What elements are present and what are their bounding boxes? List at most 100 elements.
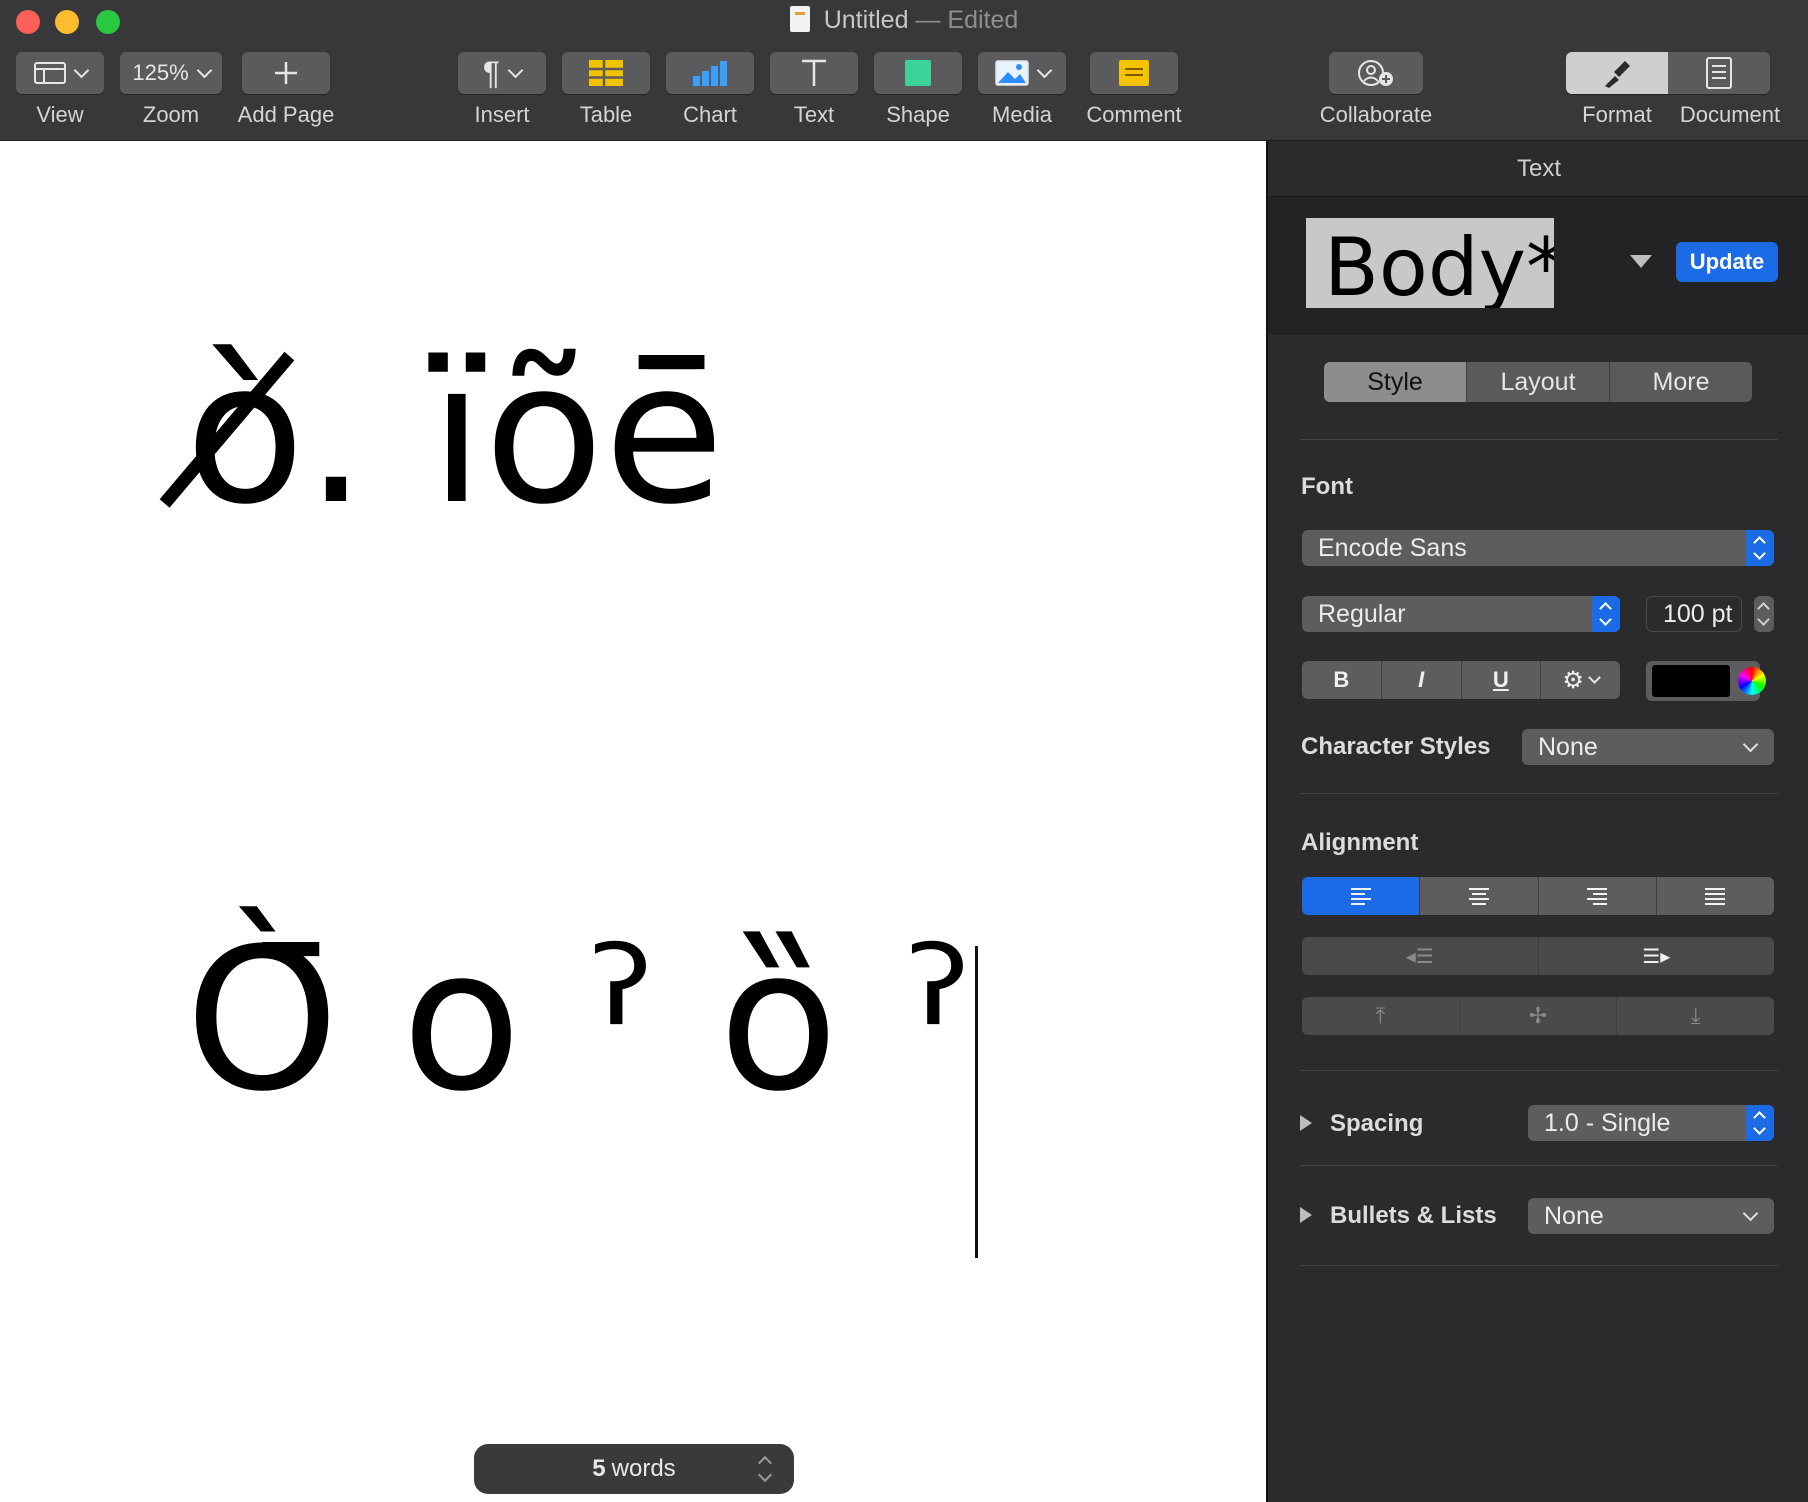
decrease-indent-button[interactable]: ◂☰ [1302, 937, 1539, 975]
format-button[interactable] [1566, 52, 1668, 94]
align-bottom-button[interactable]: ⤓ [1617, 997, 1774, 1035]
paragraph-icon: ¶ [482, 54, 501, 91]
divider [1300, 1265, 1778, 1266]
updown-chevron-icon [1746, 1105, 1774, 1141]
shape-button[interactable] [874, 52, 962, 94]
text-line-1[interactable]: ò̸. ïõē̄ [185, 336, 724, 532]
text-t-icon [802, 59, 826, 86]
tab-more[interactable]: More [1610, 362, 1752, 402]
underline-button[interactable]: U [1462, 661, 1542, 699]
comment-toolbar-item[interactable]: Comment [1082, 52, 1186, 128]
line-spacing-popup[interactable]: 1.0 - Single [1528, 1105, 1774, 1141]
alignment-section-label: Alignment [1301, 829, 1419, 856]
font-size-field[interactable]: 100 pt [1646, 596, 1742, 632]
increase-indent-icon: ☰▸ [1642, 945, 1671, 968]
align-right-button[interactable] [1539, 877, 1657, 915]
line-spacing-value: 1.0 - Single [1544, 1108, 1671, 1137]
media-toolbar-item[interactable]: Media [978, 52, 1066, 128]
align-top-button[interactable]: ⤒ [1302, 997, 1460, 1035]
tab-layout[interactable]: Layout [1467, 362, 1610, 402]
word-count-popup[interactable]: 5 words [474, 1444, 794, 1494]
document-name: Untitled [823, 6, 909, 34]
table-toolbar-item[interactable]: Table [562, 52, 650, 128]
table-button[interactable] [562, 52, 650, 94]
bullets-lists-popup[interactable]: None [1528, 1198, 1774, 1234]
bullets-lists-section-label[interactable]: Bullets & Lists [1330, 1202, 1497, 1230]
format-brush-icon [1605, 61, 1630, 88]
advanced-options-button[interactable]: ⚙ [1541, 661, 1620, 699]
zoom-value: 125% [132, 60, 189, 85]
divider [1300, 1165, 1778, 1166]
word-count-unit: words [611, 1455, 676, 1482]
insert-button[interactable]: ¶ [458, 52, 546, 94]
chevron-down-icon [196, 62, 212, 78]
text-toolbar-item[interactable]: Text [770, 52, 858, 128]
align-justify-icon [1705, 887, 1726, 905]
text-box-button[interactable] [770, 52, 858, 94]
table-icon [589, 60, 623, 86]
document-canvas[interactable]: ò̸. ïõē̄ Ò̄ o ˀ ȍ ˀ 5 words [0, 141, 1266, 1502]
format-inspector: Text Body* Update Style Layout More Font… [1266, 141, 1808, 1502]
insert-toolbar-item[interactable]: ¶ Insert [458, 52, 546, 128]
shape-toolbar-item[interactable]: Shape [874, 52, 962, 128]
indent-buttons: ◂☰ ☰▸ [1302, 937, 1774, 975]
font-style-buttons: B I U ⚙ [1302, 661, 1620, 699]
updown-chevron-icon [1746, 530, 1774, 566]
chart-toolbar-item[interactable]: Chart [666, 52, 754, 128]
add-page-toolbar-item[interactable]: Add Page [236, 52, 336, 128]
font-typeface-popup[interactable]: Regular [1302, 596, 1620, 632]
view-button[interactable] [16, 52, 104, 94]
gear-icon: ⚙ [1562, 666, 1584, 694]
font-family-popup[interactable]: Encode Sans [1302, 530, 1774, 566]
color-wheel-icon[interactable] [1738, 667, 1766, 695]
document-button[interactable] [1668, 52, 1770, 94]
tab-style[interactable]: Style [1324, 362, 1467, 402]
inspector-title: Text [1516, 155, 1561, 182]
character-styles-popup[interactable]: None [1522, 729, 1774, 765]
format-toolbar-item[interactable]: Format [1566, 52, 1668, 128]
text-insertion-caret [975, 946, 978, 1258]
update-style-button[interactable]: Update [1676, 242, 1778, 282]
collaborate-button[interactable] [1329, 52, 1423, 94]
document-toolbar-item[interactable]: Document [1668, 52, 1792, 128]
font-size-stepper[interactable] [1754, 596, 1774, 632]
font-typeface-value: Regular [1318, 599, 1406, 628]
paragraph-style-dropdown-triangle-icon[interactable] [1630, 255, 1652, 268]
text-line-2[interactable]: Ò̄ o ˀ ȍ ˀ [185, 923, 973, 1119]
bullets-disclosure-triangle-icon[interactable] [1300, 1207, 1312, 1223]
chevron-down-icon [507, 62, 524, 78]
align-left-icon [1350, 887, 1371, 905]
text-color-swatch [1652, 665, 1730, 697]
comment-button[interactable] [1090, 52, 1178, 94]
align-center-icon [1468, 887, 1489, 905]
align-left-button[interactable] [1302, 877, 1421, 915]
window-toolbar: Untitled — Edited View 125% Zoom Add Pag… [0, 0, 1808, 141]
spacing-section-label[interactable]: Spacing [1330, 1110, 1423, 1138]
edited-status: Edited [947, 6, 1019, 34]
spacing-disclosure-triangle-icon[interactable] [1300, 1115, 1312, 1131]
sidebar-view-icon [33, 62, 66, 84]
align-justify-button[interactable] [1657, 877, 1774, 915]
align-top-icon: ⤒ [1375, 1003, 1386, 1028]
zoom-popup[interactable]: 125% [120, 52, 222, 94]
zoom-toolbar-item[interactable]: 125% Zoom [120, 52, 222, 128]
italic-button[interactable]: I [1382, 661, 1462, 699]
square-shape-icon [905, 60, 931, 86]
inspector-tabs: Style Layout More [1324, 362, 1752, 402]
divider [1300, 1070, 1778, 1071]
chart-button[interactable] [666, 52, 754, 94]
media-button[interactable] [978, 52, 1066, 94]
view-toolbar-item[interactable]: View [16, 52, 104, 128]
increase-indent-button[interactable]: ☰▸ [1539, 937, 1775, 975]
bold-button[interactable]: B [1302, 661, 1382, 699]
collaborate-toolbar-item[interactable]: Collaborate [1312, 52, 1440, 128]
add-page-button[interactable] [242, 52, 330, 94]
align-middle-button[interactable]: ✢ [1460, 997, 1618, 1035]
font-size-value: 100 pt [1663, 599, 1733, 628]
divider [1300, 793, 1778, 794]
align-center-button[interactable] [1420, 877, 1539, 915]
character-styles-label: Character Styles [1301, 733, 1491, 760]
chevron-down-icon [1742, 736, 1759, 753]
paragraph-style-preview[interactable]: Body* [1306, 218, 1554, 308]
chevron-down-icon [1036, 62, 1052, 78]
